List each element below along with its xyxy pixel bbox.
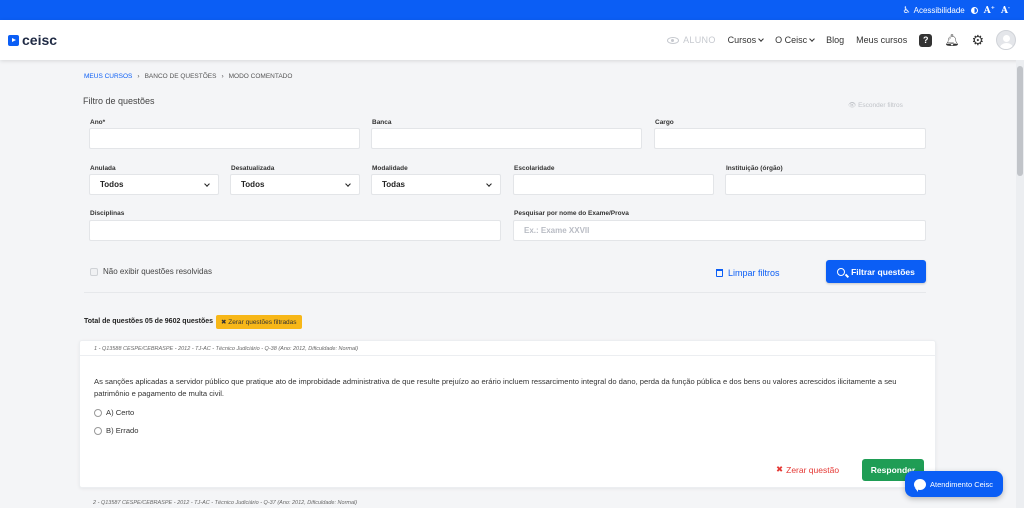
nav-blog[interactable]: Blog: [826, 35, 844, 45]
main-nav: ALUNO Cursos O Ceisc Blog Meus cursos ? …: [667, 30, 1016, 50]
anulada-select[interactable]: Todos: [89, 174, 219, 195]
option-a[interactable]: A) Certo: [94, 408, 134, 417]
contrast-toggle-icon[interactable]: [970, 6, 978, 14]
banca-field[interactable]: [371, 128, 642, 149]
modalidade-select[interactable]: Todas: [371, 174, 501, 195]
accessibility-bar: ♿ Acessibilidade A+ A-: [0, 0, 1024, 20]
exam-search-input[interactable]: Ex.: Exame XXVII: [513, 220, 926, 241]
help-icon[interactable]: ?: [919, 33, 933, 47]
desatualizada-select[interactable]: Todos: [230, 174, 360, 195]
escolaridade-field[interactable]: [513, 174, 714, 195]
hide-resolved-label: Não exibir questões resolvidas: [103, 267, 212, 276]
question-text: As sanções aplicadas a servidor público …: [94, 377, 897, 398]
filters-divider: [84, 292, 926, 293]
nav-cursos[interactable]: Cursos: [728, 35, 764, 45]
chat-support-button[interactable]: Atendimento Ceisc: [905, 471, 1003, 497]
breadcrumb-banco[interactable]: BANCO DE QUESTÕES: [145, 73, 217, 80]
accessibility-link[interactable]: ♿ Acessibilidade: [903, 5, 965, 16]
ano-field[interactable]: [89, 128, 360, 149]
breadcrumb-modo: MODO COMENTADO: [228, 73, 293, 80]
main-header: ceisc ALUNO Cursos O Ceisc Blog Meus cur…: [0, 20, 1024, 60]
desatualizada-label: Desatualizada: [231, 165, 275, 172]
font-increase-button[interactable]: A+: [984, 5, 995, 16]
chat-icon: [914, 478, 926, 492]
accessibility-icon: ♿: [902, 4, 911, 15]
breadcrumb-meus-cursos[interactable]: MEUS CURSOS: [84, 73, 132, 80]
avatar[interactable]: [996, 30, 1016, 50]
question-meta: 1 - Q13588 CESPE/CEBRASPE - 2012 - TJ-AC…: [94, 346, 359, 352]
gear-icon[interactable]: ⚙: [971, 32, 984, 49]
option-b-label: B) Errado: [106, 426, 139, 435]
option-b[interactable]: B) Errado: [94, 426, 139, 435]
disciplinas-field[interactable]: [89, 220, 501, 241]
instituicao-field[interactable]: [725, 174, 926, 195]
breadcrumb-separator: ›: [221, 73, 224, 80]
question-divider: [80, 355, 935, 356]
scrollbar-thumb[interactable]: [1017, 66, 1023, 176]
nav-meus-cursos[interactable]: Meus cursos: [856, 35, 907, 45]
escolaridade-label: Escolaridade: [514, 165, 555, 172]
ceisc-logo[interactable]: ceisc: [8, 32, 57, 48]
zero-question-button[interactable]: ✖ Zerar questão: [776, 464, 839, 475]
anulada-label: Anulada: [90, 165, 116, 172]
option-b-radio[interactable]: [94, 426, 102, 435]
close-icon: ✖: [776, 464, 784, 474]
exam-search-label: Pesquisar por nome do Exame/Prova: [514, 210, 629, 217]
search-icon: [837, 267, 846, 276]
hide-resolved-checkbox[interactable]: [90, 267, 98, 276]
filter-questions-button[interactable]: Filtrar questões: [826, 260, 926, 283]
option-a-radio[interactable]: [94, 408, 102, 417]
hide-filters-link[interactable]: 👁︎ Esconder filtros: [848, 101, 903, 109]
role-label: ALUNO: [683, 35, 716, 45]
page-scrollbar[interactable]: [1016, 60, 1024, 508]
instituicao-label: Instituição (órgão): [726, 165, 783, 172]
bell-icon[interactable]: 🔔︎: [944, 33, 959, 47]
banca-label: Banca: [372, 119, 392, 126]
ano-label: Ano*: [90, 119, 106, 126]
clear-filters-button[interactable]: Limpar filtros: [716, 268, 780, 278]
zero-question-label: Zerar questão: [786, 464, 840, 475]
trash-icon: [716, 269, 723, 277]
role-toggle[interactable]: ALUNO: [667, 35, 716, 45]
filter-title: Filtro de questões: [83, 96, 155, 106]
total-questions: Total de questões 05 de 9602 questões: [84, 318, 214, 325]
font-decrease-button[interactable]: A-: [1001, 5, 1010, 16]
accessibility-label: Acessibilidade: [913, 5, 965, 15]
hide-resolved-option[interactable]: Não exibir questões resolvidas: [90, 267, 212, 276]
nav-o-ceisc[interactable]: O Ceisc: [775, 35, 814, 45]
modalidade-label: Modalidade: [372, 165, 408, 172]
chat-support-label: Atendimento Ceisc: [930, 479, 993, 489]
cargo-label: Cargo: [655, 119, 674, 126]
reset-filtered-button[interactable]: ✖ Zerar questões filtradas: [216, 315, 302, 329]
clear-filters-label: Limpar filtros: [728, 268, 780, 278]
logo-text: ceisc: [22, 32, 58, 48]
eye-icon: [667, 36, 680, 44]
breadcrumb-separator: ›: [137, 73, 140, 80]
play-logo-icon: [8, 34, 19, 46]
filter-questions-label: Filtrar questões: [851, 266, 915, 277]
disciplinas-label: Disciplinas: [90, 210, 125, 217]
question-card: 1 - Q13588 CESPE/CEBRASPE - 2012 - TJ-AC…: [79, 340, 936, 488]
breadcrumb: MEUS CURSOS › BANCO DE QUESTÕES › MODO C…: [84, 73, 292, 80]
question-meta: 2 - Q13587 CESPE/CEBRASPE - 2012 - TJ-AC…: [93, 500, 358, 506]
cargo-field[interactable]: [654, 128, 926, 149]
option-a-label: A) Certo: [106, 408, 135, 417]
